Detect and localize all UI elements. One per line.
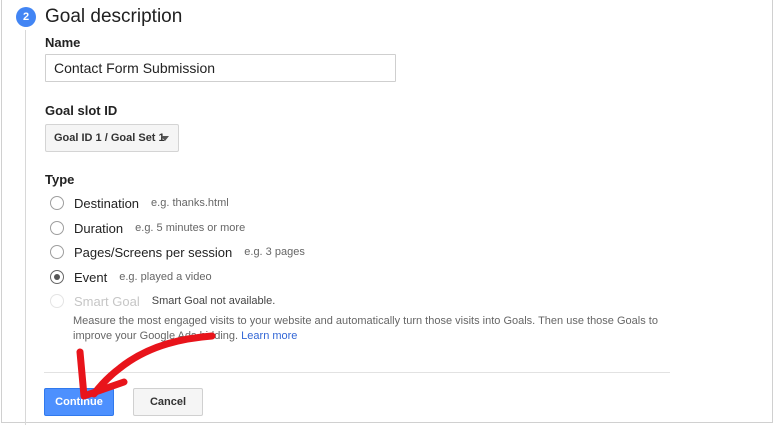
radio-destination[interactable] xyxy=(50,196,64,210)
cancel-button[interactable]: Cancel xyxy=(133,388,203,416)
chevron-down-icon xyxy=(161,136,169,141)
step-number-badge: 2 xyxy=(16,7,36,27)
option-hint: e.g. played a video xyxy=(119,271,212,283)
radio-event[interactable] xyxy=(50,270,64,284)
goal-name-input[interactable] xyxy=(45,54,396,82)
name-label: Name xyxy=(45,35,81,50)
step-title: Goal description xyxy=(45,6,183,27)
option-label: Duration xyxy=(74,220,124,236)
divider xyxy=(44,372,670,373)
type-label: Type xyxy=(45,172,75,187)
option-hint: Smart Goal not available. xyxy=(151,295,276,307)
radio-smart-goal xyxy=(50,294,64,308)
option-label: Destination xyxy=(74,195,140,211)
option-hint: e.g. thanks.html xyxy=(151,197,229,209)
type-option-duration[interactable]: Duration e.g. 5 minutes or more xyxy=(50,218,245,238)
radio-pages-per-session[interactable] xyxy=(50,245,64,259)
type-option-event[interactable]: Event e.g. played a video xyxy=(50,267,212,287)
option-label: Smart Goal xyxy=(74,293,140,309)
learn-more-link[interactable]: Learn more xyxy=(241,330,297,342)
option-hint: e.g. 3 pages xyxy=(244,246,305,258)
smart-goal-description-text: Measure the most engaged visits to your … xyxy=(73,315,658,342)
radio-duration[interactable] xyxy=(50,221,64,235)
type-option-pages-per-session[interactable]: Pages/Screens per session e.g. 3 pages xyxy=(50,242,305,262)
smart-goal-description: Measure the most engaged visits to your … xyxy=(73,314,693,344)
goal-slot-label: Goal slot ID xyxy=(45,103,118,118)
option-hint: e.g. 5 minutes or more xyxy=(135,222,246,234)
option-label: Pages/Screens per session xyxy=(74,244,233,260)
step-rail xyxy=(25,30,26,425)
goal-slot-select[interactable]: Goal ID 1 / Goal Set 1 xyxy=(45,124,179,152)
goal-slot-selected-value: Goal ID 1 / Goal Set 1 xyxy=(54,132,165,144)
option-label: Event xyxy=(74,269,108,285)
type-option-smart-goal: Smart Goal Smart Goal not available. xyxy=(50,291,275,311)
continue-button[interactable]: Continue xyxy=(44,388,114,416)
type-option-destination[interactable]: Destination e.g. thanks.html xyxy=(50,193,229,213)
